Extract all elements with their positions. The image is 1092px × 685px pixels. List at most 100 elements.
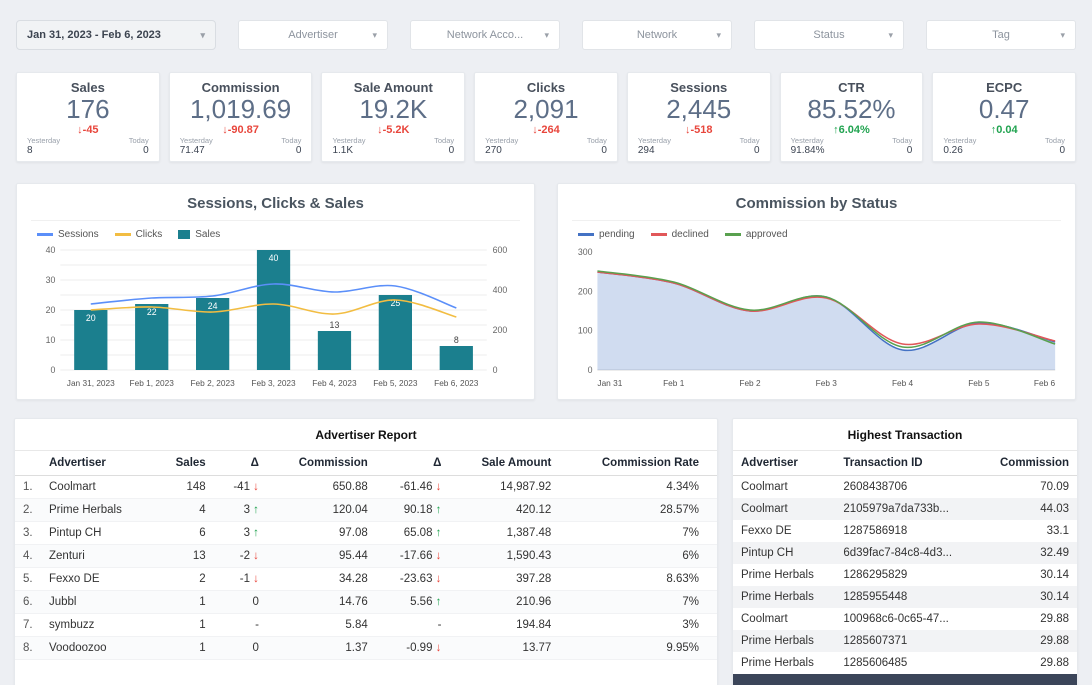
- commission-delta: -0.99 ↓: [376, 637, 450, 660]
- table-row: 6.Jubbl1014.765.56 ↑210.967%: [15, 591, 717, 614]
- tag-filter-dropdown[interactable]: Tag ▾: [926, 20, 1076, 50]
- column-header: Sales: [155, 451, 214, 476]
- yesterday-label: Yesterday: [943, 136, 976, 145]
- status-filter-dropdown[interactable]: Status ▾: [754, 20, 904, 50]
- column-header: Commission: [979, 451, 1077, 476]
- arrow-down-icon: ↓: [436, 642, 442, 654]
- yesterday-value: 270: [485, 145, 518, 156]
- kpi-delta: ↓-90.87: [180, 124, 302, 136]
- transaction-id: 2608438706: [835, 476, 979, 499]
- table-row: Prime Herbals128629582930.14: [733, 564, 1077, 586]
- today-label: Today: [281, 136, 301, 145]
- yesterday-label: Yesterday: [638, 136, 671, 145]
- legend-label: declined: [672, 229, 709, 240]
- row-index: 4.: [15, 545, 41, 568]
- kpi-value: 1,019.69: [180, 96, 302, 123]
- yesterday-value: 1.1K: [332, 145, 365, 156]
- advertiser-filter-dropdown[interactable]: Advertiser ▾: [238, 20, 388, 50]
- transaction-id: 100968c6-0c65-47...: [835, 608, 979, 630]
- legend-item-pending[interactable]: pending: [578, 229, 635, 240]
- advertiser-name: Jubbl: [41, 591, 155, 614]
- svg-text:22: 22: [147, 307, 157, 317]
- sale-amount: 210.96: [449, 591, 559, 614]
- arrow-up-icon: ↑: [833, 124, 839, 136]
- dropdown-label: Network Acco...: [447, 29, 523, 41]
- kpi-value: 0.47: [943, 96, 1065, 123]
- kpi-value: 2,091: [485, 96, 607, 123]
- legend-marker: [725, 233, 741, 236]
- arrow-up-icon: ↑: [436, 527, 442, 539]
- commission-value: 97.08: [267, 522, 376, 545]
- commission-delta: 90.18 ↑: [376, 499, 450, 522]
- kpi-footer: Yesterday1.1KToday0: [332, 136, 454, 156]
- svg-text:10: 10: [46, 335, 56, 345]
- today-label: Today: [434, 136, 454, 145]
- commission-value: 34.28: [267, 568, 376, 591]
- arrow-down-icon: ↓: [436, 550, 442, 562]
- today-label: Today: [1045, 136, 1065, 145]
- sales-value: 1: [155, 637, 214, 660]
- commission-rate: 8.63%: [559, 568, 717, 591]
- network-filter-dropdown[interactable]: Network ▾: [582, 20, 732, 50]
- table-header-row: AdvertiserSalesΔCommissionΔSale AmountCo…: [15, 451, 717, 476]
- legend-marker: [115, 233, 131, 236]
- legend-item-sessions[interactable]: Sessions: [37, 229, 99, 240]
- legend-item-approved[interactable]: approved: [725, 229, 788, 240]
- dropdown-label: Advertiser: [288, 29, 338, 41]
- svg-text:13: 13: [330, 320, 340, 330]
- legend-item-declined[interactable]: declined: [651, 229, 709, 240]
- commission-value: 44.03: [979, 498, 1077, 520]
- svg-text:20: 20: [46, 305, 56, 315]
- advertiser-name: Pintup CH: [733, 542, 835, 564]
- table-title: Advertiser Report: [15, 419, 717, 451]
- chevron-down-icon: ▾: [888, 30, 893, 41]
- legend-marker: [651, 233, 667, 236]
- svg-text:0: 0: [493, 365, 498, 375]
- column-header: Commission: [267, 451, 376, 476]
- table-row: 8.Voodoozoo101.37-0.99 ↓13.779.95%: [15, 637, 717, 660]
- legend-item-clicks[interactable]: Clicks: [115, 229, 163, 240]
- legend-marker: [178, 230, 190, 239]
- svg-text:400: 400: [493, 285, 508, 295]
- kpi-title: Sales: [27, 80, 149, 95]
- dropdown-label: Status: [813, 29, 844, 41]
- sales-delta: -2 ↓: [214, 545, 267, 568]
- kpi-card-commission: Commission1,019.69↓-90.87Yesterday71.47T…: [169, 72, 313, 162]
- kpi-card-sale-amount: Sale Amount19.2K↓-5.2KYesterday1.1KToday…: [321, 72, 465, 162]
- kpi-value: 176: [27, 96, 149, 123]
- row-index: 1.: [15, 476, 41, 499]
- kpi-delta: ↓-5.2K: [332, 124, 454, 136]
- yesterday-value: 8: [27, 145, 60, 156]
- chevron-down-icon: ▾: [1060, 30, 1065, 41]
- row-index: 7.: [15, 614, 41, 637]
- network-account-filter-dropdown[interactable]: Network Acco... ▾: [410, 20, 560, 50]
- table-row: Fexxo DE128758691833.1: [733, 520, 1077, 542]
- kpi-delta: ↑6.04%: [791, 124, 913, 136]
- chart-title: Sessions, Clicks & Sales: [31, 192, 520, 221]
- svg-text:Feb 3: Feb 3: [816, 378, 838, 388]
- charts-row: Sessions, Clicks & Sales Sessions Clicks S…: [16, 183, 1076, 400]
- sale-amount: 397.28: [449, 568, 559, 591]
- kpi-title: ECPC: [943, 80, 1065, 95]
- sale-amount: 420.12: [449, 499, 559, 522]
- table-row: Pintup CH6d39fac7-84c8-4d3...32.49: [733, 542, 1077, 564]
- arrow-up-icon: ↑: [991, 124, 997, 136]
- date-range-picker[interactable]: Jan 31, 2023 - Feb 6, 2023 ▾: [16, 20, 216, 50]
- arrow-up-icon: ↑: [436, 504, 442, 516]
- commission-rate: 4.34%: [559, 476, 717, 499]
- legend-item-sales[interactable]: Sales: [178, 229, 220, 240]
- kpi-footer: Yesterday91.84%Today0: [791, 136, 913, 156]
- commission-delta: -: [376, 614, 450, 637]
- svg-text:Feb 5: Feb 5: [968, 378, 990, 388]
- sale-amount: 13.77: [449, 637, 559, 660]
- date-range-label: Jan 31, 2023 - Feb 6, 2023: [27, 29, 161, 41]
- chart-title: Commission by Status: [572, 192, 1061, 221]
- column-header: Transaction ID: [835, 451, 979, 476]
- advertiser-name: Coolmart: [733, 476, 835, 499]
- highest-transaction-body: Coolmart260843870670.09Coolmart2105979a7…: [733, 476, 1077, 685]
- commission-value: 30.14: [979, 564, 1077, 586]
- column-header: Sale Amount: [449, 451, 559, 476]
- highest-transaction-card[interactable]: Highest Transaction AdvertiserTransactio…: [732, 418, 1078, 685]
- filter-bar: Jan 31, 2023 - Feb 6, 2023 ▾ Advertiser …: [16, 20, 1076, 50]
- kpi-delta: ↑0.04: [943, 124, 1065, 136]
